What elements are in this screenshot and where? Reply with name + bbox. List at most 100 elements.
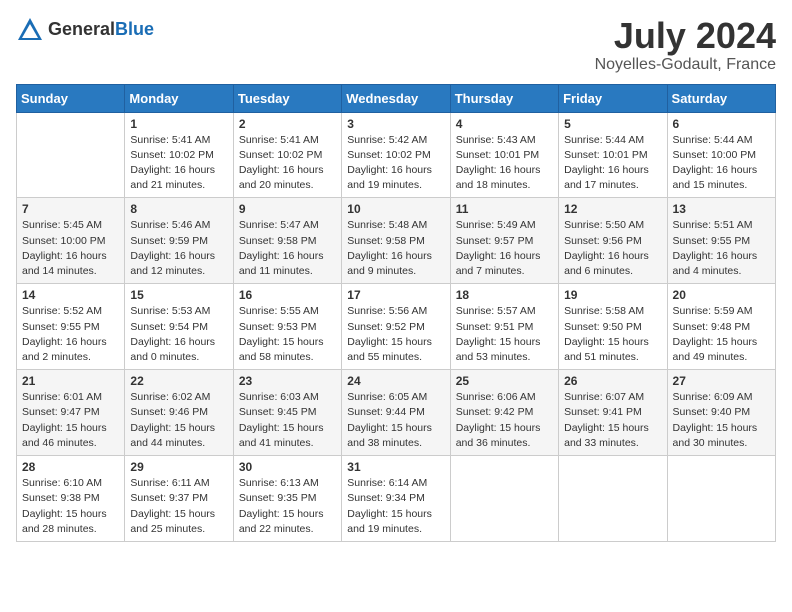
day-info: Sunrise: 5:44 AM Sunset: 10:01 PM Daylig… [564, 133, 661, 194]
day-info: Sunrise: 5:46 AM Sunset: 9:59 PM Dayligh… [130, 218, 227, 279]
day-info: Sunrise: 5:49 AM Sunset: 9:57 PM Dayligh… [456, 218, 553, 279]
day-number: 24 [347, 374, 444, 388]
logo-text-general: General [48, 19, 115, 39]
day-number: 12 [564, 202, 661, 216]
day-number: 29 [130, 460, 227, 474]
calendar-location: Noyelles-Godault, France [595, 56, 776, 74]
day-number: 25 [456, 374, 553, 388]
day-number: 22 [130, 374, 227, 388]
day-number: 27 [673, 374, 770, 388]
calendar-cell: 4Sunrise: 5:43 AM Sunset: 10:01 PM Dayli… [450, 112, 558, 198]
day-info: Sunrise: 5:51 AM Sunset: 9:55 PM Dayligh… [673, 218, 770, 279]
day-info: Sunrise: 5:42 AM Sunset: 10:02 PM Daylig… [347, 133, 444, 194]
day-number: 17 [347, 288, 444, 302]
day-info: Sunrise: 5:57 AM Sunset: 9:51 PM Dayligh… [456, 304, 553, 365]
day-info: Sunrise: 6:03 AM Sunset: 9:45 PM Dayligh… [239, 390, 336, 451]
day-info: Sunrise: 5:45 AM Sunset: 10:00 PM Daylig… [22, 218, 119, 279]
weekday-header-monday: Monday [125, 84, 233, 112]
logo-icon [16, 16, 44, 44]
day-info: Sunrise: 5:41 AM Sunset: 10:02 PM Daylig… [130, 133, 227, 194]
day-info: Sunrise: 6:14 AM Sunset: 9:34 PM Dayligh… [347, 476, 444, 537]
calendar-cell: 2Sunrise: 5:41 AM Sunset: 10:02 PM Dayli… [233, 112, 341, 198]
day-info: Sunrise: 6:01 AM Sunset: 9:47 PM Dayligh… [22, 390, 119, 451]
calendar-week-row: 1Sunrise: 5:41 AM Sunset: 10:02 PM Dayli… [17, 112, 776, 198]
calendar-table: SundayMondayTuesdayWednesdayThursdayFrid… [16, 84, 776, 542]
day-number: 13 [673, 202, 770, 216]
day-number: 11 [456, 202, 553, 216]
calendar-cell: 29 Sunrise: 6:11 AM Sunset: 9:37 PM Dayli… [125, 456, 233, 542]
calendar-cell: 1Sunrise: 5:41 AM Sunset: 10:02 PM Dayli… [125, 112, 233, 198]
day-number: 21 [22, 374, 119, 388]
day-number: 19 [564, 288, 661, 302]
calendar-cell: 16Sunrise: 5:55 AM Sunset: 9:53 PM Dayli… [233, 284, 341, 370]
day-info: Sunrise: 6:13 AM Sunset: 9:35 PM Dayligh… [239, 476, 336, 537]
calendar-cell: 9 Sunrise: 5:47 AM Sunset: 9:58 PM Daylig… [233, 198, 341, 284]
calendar-cell [559, 456, 667, 542]
weekday-header-thursday: Thursday [450, 84, 558, 112]
calendar-cell: 24 Sunrise: 6:05 AM Sunset: 9:44 PM Dayli… [342, 370, 450, 456]
day-info: Sunrise: 6:11 AM Sunset: 9:37 PM Dayligh… [130, 476, 227, 537]
calendar-title: July 2024 [595, 16, 776, 56]
weekday-header-wednesday: Wednesday [342, 84, 450, 112]
day-info: Sunrise: 6:10 AM Sunset: 9:38 PM Dayligh… [22, 476, 119, 537]
calendar-cell: 19 Sunrise: 5:58 AM Sunset: 9:50 PM Dayli… [559, 284, 667, 370]
calendar-cell: 30 Sunrise: 6:13 AM Sunset: 9:35 PM Dayli… [233, 456, 341, 542]
calendar-cell: 18 Sunrise: 5:57 AM Sunset: 9:51 PM Dayli… [450, 284, 558, 370]
day-info: Sunrise: 5:47 AM Sunset: 9:58 PM Dayligh… [239, 218, 336, 279]
day-number: 18 [456, 288, 553, 302]
day-number: 31 [347, 460, 444, 474]
day-info: Sunrise: 5:41 AM Sunset: 10:02 PM Daylig… [239, 133, 336, 194]
calendar-cell: 10 Sunrise: 5:48 AM Sunset: 9:58 PM Dayli… [342, 198, 450, 284]
calendar-cell [17, 112, 125, 198]
day-number: 6 [673, 117, 770, 131]
day-number: 15 [130, 288, 227, 302]
calendar-cell: 27 Sunrise: 6:09 AM Sunset: 9:40 PM Dayli… [667, 370, 775, 456]
day-info: Sunrise: 5:59 AM Sunset: 9:48 PM Dayligh… [673, 304, 770, 365]
logo-text-blue: Blue [115, 19, 154, 39]
calendar-cell: 6 Sunrise: 5:44 AM Sunset: 10:00 PM Dayli… [667, 112, 775, 198]
day-info: Sunrise: 6:05 AM Sunset: 9:44 PM Dayligh… [347, 390, 444, 451]
day-number: 8 [130, 202, 227, 216]
calendar-cell: 22 Sunrise: 6:02 AM Sunset: 9:46 PM Dayli… [125, 370, 233, 456]
calendar-cell: 11 Sunrise: 5:49 AM Sunset: 9:57 PM Dayli… [450, 198, 558, 284]
day-info: Sunrise: 6:07 AM Sunset: 9:41 PM Dayligh… [564, 390, 661, 451]
calendar-week-row: 21 Sunrise: 6:01 AM Sunset: 9:47 PM Dayli… [17, 370, 776, 456]
day-info: Sunrise: 5:55 AM Sunset: 9:53 PM Dayligh… [239, 304, 336, 365]
calendar-week-row: 7 Sunrise: 5:45 AM Sunset: 10:00 PM Dayli… [17, 198, 776, 284]
day-number: 23 [239, 374, 336, 388]
day-number: 14 [22, 288, 119, 302]
day-info: Sunrise: 5:48 AM Sunset: 9:58 PM Dayligh… [347, 218, 444, 279]
day-info: Sunrise: 5:44 AM Sunset: 10:00 PM Daylig… [673, 133, 770, 194]
day-number: 30 [239, 460, 336, 474]
day-number: 9 [239, 202, 336, 216]
logo: GeneralBlue [16, 16, 154, 44]
page-header: GeneralBlue July 2024 Noyelles-Godault, … [16, 16, 776, 74]
day-number: 4 [456, 117, 553, 131]
calendar-cell: 5 Sunrise: 5:44 AM Sunset: 10:01 PM Dayli… [559, 112, 667, 198]
day-info: Sunrise: 5:58 AM Sunset: 9:50 PM Dayligh… [564, 304, 661, 365]
weekday-header-friday: Friday [559, 84, 667, 112]
day-info: Sunrise: 5:50 AM Sunset: 9:56 PM Dayligh… [564, 218, 661, 279]
calendar-cell: 21 Sunrise: 6:01 AM Sunset: 9:47 PM Dayli… [17, 370, 125, 456]
day-number: 5 [564, 117, 661, 131]
weekday-header-tuesday: Tuesday [233, 84, 341, 112]
calendar-cell: 3Sunrise: 5:42 AM Sunset: 10:02 PM Dayli… [342, 112, 450, 198]
calendar-cell: 15 Sunrise: 5:53 AM Sunset: 9:54 PM Dayli… [125, 284, 233, 370]
calendar-week-row: 14Sunrise: 5:52 AM Sunset: 9:55 PM Dayli… [17, 284, 776, 370]
calendar-cell [450, 456, 558, 542]
title-block: July 2024 Noyelles-Godault, France [595, 16, 776, 74]
day-info: Sunrise: 6:06 AM Sunset: 9:42 PM Dayligh… [456, 390, 553, 451]
calendar-cell: 20Sunrise: 5:59 AM Sunset: 9:48 PM Dayli… [667, 284, 775, 370]
calendar-cell: 31 Sunrise: 6:14 AM Sunset: 9:34 PM Dayli… [342, 456, 450, 542]
day-info: Sunrise: 6:02 AM Sunset: 9:46 PM Dayligh… [130, 390, 227, 451]
day-info: Sunrise: 5:53 AM Sunset: 9:54 PM Dayligh… [130, 304, 227, 365]
calendar-cell: 28Sunrise: 6:10 AM Sunset: 9:38 PM Dayli… [17, 456, 125, 542]
day-info: Sunrise: 6:09 AM Sunset: 9:40 PM Dayligh… [673, 390, 770, 451]
day-number: 26 [564, 374, 661, 388]
calendar-week-row: 28Sunrise: 6:10 AM Sunset: 9:38 PM Dayli… [17, 456, 776, 542]
calendar-cell: 8 Sunrise: 5:46 AM Sunset: 9:59 PM Daylig… [125, 198, 233, 284]
day-info: Sunrise: 5:56 AM Sunset: 9:52 PM Dayligh… [347, 304, 444, 365]
day-number: 10 [347, 202, 444, 216]
day-number: 7 [22, 202, 119, 216]
calendar-cell: 7 Sunrise: 5:45 AM Sunset: 10:00 PM Dayli… [17, 198, 125, 284]
